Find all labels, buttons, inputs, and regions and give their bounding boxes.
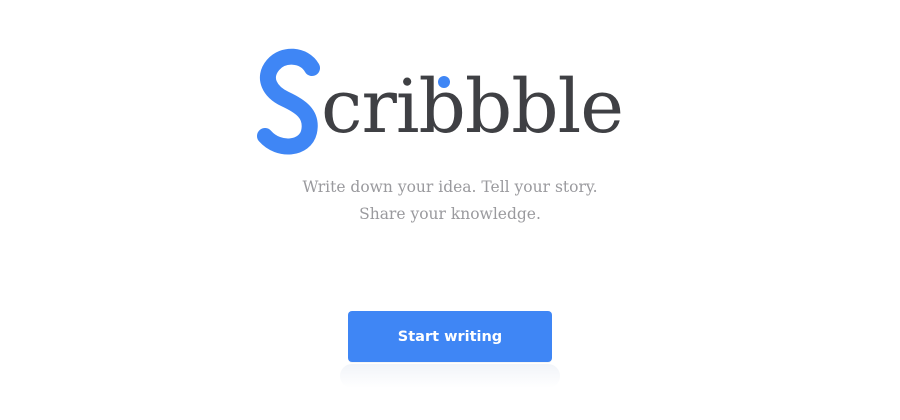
- start-writing-button[interactable]: Start writing: [348, 311, 552, 362]
- i-dot-accent: [438, 76, 450, 88]
- tagline: Write down your idea. Tell your story. S…: [0, 174, 900, 228]
- tagline-line-1: Write down your idea. Tell your story.: [302, 178, 598, 196]
- button-shadow: [340, 364, 560, 388]
- logo-wordmark: cribbble: [321, 70, 624, 144]
- tagline-line-2: Share your knowledge.: [359, 205, 541, 223]
- landing-page: cribbble Write down your idea. Tell your…: [0, 0, 900, 420]
- logo-s-mark: [257, 48, 320, 155]
- scribbble-logo: cribbble: [255, 40, 624, 158]
- logo-wordmark-text: cribbble: [321, 64, 624, 150]
